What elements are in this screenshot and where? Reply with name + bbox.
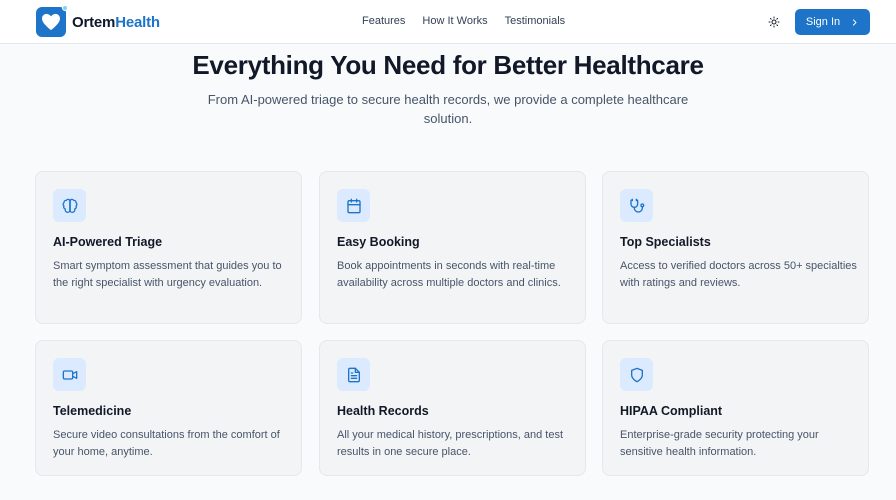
feature-card-telemedicine: Telemedicine Secure video consultations … [35, 340, 302, 476]
feature-card-easy-booking: Easy Booking Book appointments in second… [319, 171, 586, 324]
stethoscope-icon [629, 198, 644, 213]
feature-icon-box [620, 358, 653, 391]
shield-icon [630, 367, 643, 382]
logo-mark [36, 5, 68, 37]
feature-description: Smart symptom assessment that guides you… [53, 260, 282, 289]
brand-logo-link[interactable]: OrtemHealth [36, 5, 160, 37]
feature-title: Top Specialists [620, 235, 711, 249]
logo-badge-dot [62, 5, 68, 11]
feature-title: Easy Booking [337, 235, 420, 249]
feature-card-ai-triage: AI-Powered Triage Smart symptom assessme… [35, 171, 302, 324]
sun-icon [768, 16, 780, 28]
feature-icon-box [53, 358, 86, 391]
feature-icon-box [337, 189, 370, 222]
feature-icon-box [337, 358, 370, 391]
theme-toggle-button[interactable] [765, 13, 783, 31]
video-icon [62, 369, 77, 380]
feature-card-hipaa-compliant: HIPAA Compliant Enterprise-grade securit… [602, 340, 869, 476]
feature-description: Enterprise-grade security protecting you… [620, 429, 819, 458]
nav-link-features[interactable]: Features [362, 15, 405, 27]
feature-title: HIPAA Compliant [620, 404, 723, 418]
section-title: Everything You Need for Better Healthcar… [192, 50, 704, 80]
feature-title: AI-Powered Triage [53, 235, 163, 249]
section-subtitle: From AI-powered triage to secure health … [207, 92, 689, 126]
feature-icon-box [620, 189, 653, 222]
feature-description: Secure video consultations from the comf… [53, 429, 280, 458]
feature-description: Book appointments in seconds with real-t… [337, 260, 561, 289]
file-text-icon [347, 367, 360, 382]
heart-icon [42, 13, 60, 31]
nav-link-how-it-works[interactable]: How It Works [422, 15, 487, 27]
chevron-right-icon [853, 18, 857, 26]
brand-name: OrtemHealth [72, 13, 160, 31]
navbar: OrtemHealth Features How It Works Testim… [0, 0, 896, 44]
primary-nav: Features How It Works Testimonials [362, 15, 582, 27]
feature-title: Health Records [337, 404, 429, 418]
sign-in-label: Sign In [805, 16, 841, 28]
nav-link-testimonials[interactable]: Testimonials [505, 15, 566, 27]
feature-description: All your medical history, prescriptions,… [337, 429, 563, 458]
feature-description: Access to verified doctors across 50+ sp… [620, 260, 857, 289]
feature-title: Telemedicine [53, 404, 132, 418]
feature-card-top-specialists: Top Specialists Access to verified docto… [602, 171, 869, 324]
calendar-icon [346, 198, 361, 213]
sign-in-button[interactable]: Sign In [795, 9, 870, 35]
feature-icon-box [53, 189, 86, 222]
brain-icon [61, 198, 78, 213]
feature-card-health-records: Health Records All your medical history,… [319, 340, 586, 476]
